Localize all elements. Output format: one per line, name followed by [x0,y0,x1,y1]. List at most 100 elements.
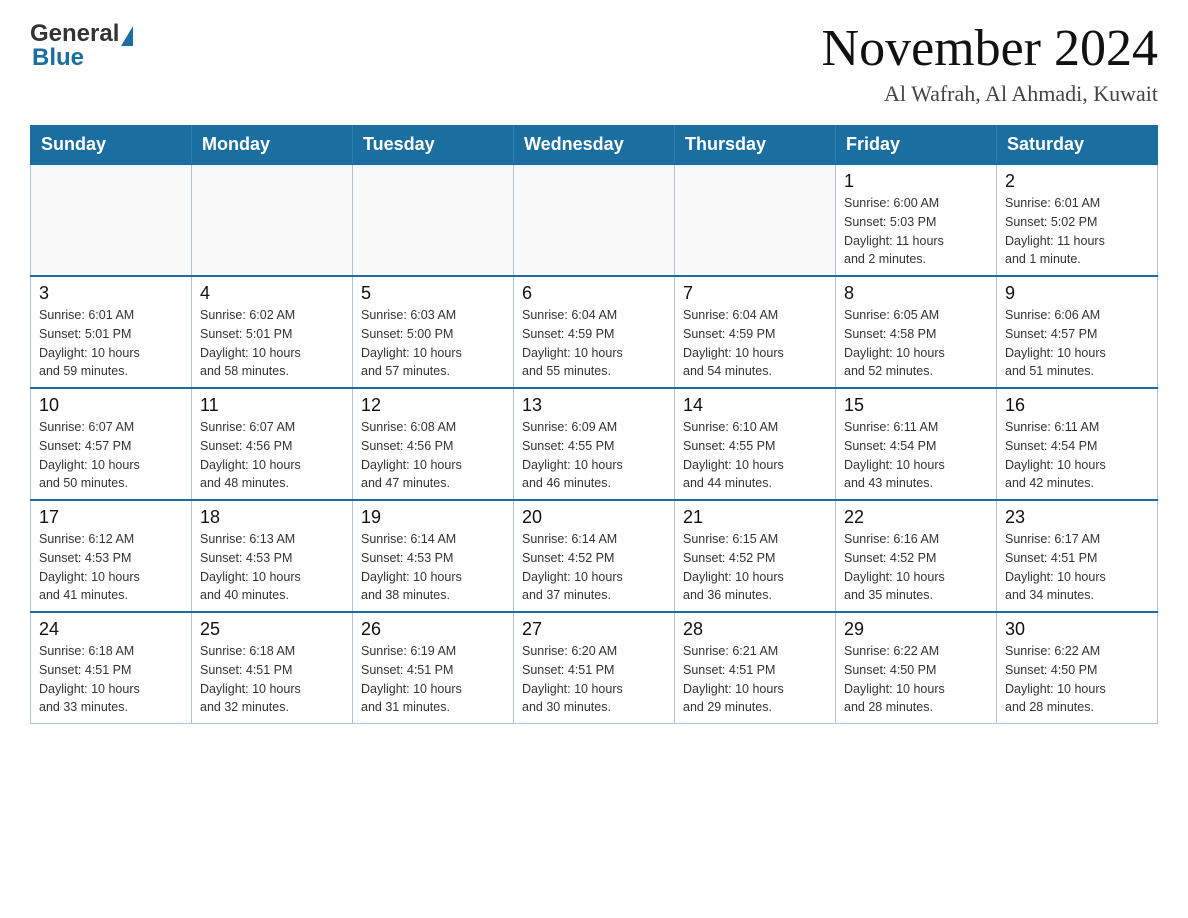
day-number: 9 [1005,283,1149,304]
calendar-week-4: 17Sunrise: 6:12 AMSunset: 4:53 PMDayligh… [31,500,1158,612]
calendar-cell: 12Sunrise: 6:08 AMSunset: 4:56 PMDayligh… [353,388,514,500]
day-number: 10 [39,395,183,416]
day-info: Sunrise: 6:07 AMSunset: 4:56 PMDaylight:… [200,418,344,493]
calendar-cell: 14Sunrise: 6:10 AMSunset: 4:55 PMDayligh… [675,388,836,500]
calendar-cell [192,164,353,276]
day-number: 5 [361,283,505,304]
day-info: Sunrise: 6:11 AMSunset: 4:54 PMDaylight:… [1005,418,1149,493]
calendar-header-row: SundayMondayTuesdayWednesdayThursdayFrid… [31,126,1158,165]
calendar-cell: 11Sunrise: 6:07 AMSunset: 4:56 PMDayligh… [192,388,353,500]
day-info: Sunrise: 6:13 AMSunset: 4:53 PMDaylight:… [200,530,344,605]
logo: General Blue [30,20,133,72]
day-info: Sunrise: 6:11 AMSunset: 4:54 PMDaylight:… [844,418,988,493]
day-info: Sunrise: 6:06 AMSunset: 4:57 PMDaylight:… [1005,306,1149,381]
day-info: Sunrise: 6:18 AMSunset: 4:51 PMDaylight:… [39,642,183,717]
day-info: Sunrise: 6:18 AMSunset: 4:51 PMDaylight:… [200,642,344,717]
column-header-saturday: Saturday [997,126,1158,165]
day-number: 11 [200,395,344,416]
day-number: 26 [361,619,505,640]
calendar-cell: 18Sunrise: 6:13 AMSunset: 4:53 PMDayligh… [192,500,353,612]
day-info: Sunrise: 6:07 AMSunset: 4:57 PMDaylight:… [39,418,183,493]
calendar-cell: 3Sunrise: 6:01 AMSunset: 5:01 PMDaylight… [31,276,192,388]
day-number: 22 [844,507,988,528]
day-number: 19 [361,507,505,528]
calendar-cell: 9Sunrise: 6:06 AMSunset: 4:57 PMDaylight… [997,276,1158,388]
column-header-sunday: Sunday [31,126,192,165]
day-number: 28 [683,619,827,640]
day-info: Sunrise: 6:05 AMSunset: 4:58 PMDaylight:… [844,306,988,381]
day-info: Sunrise: 6:14 AMSunset: 4:52 PMDaylight:… [522,530,666,605]
column-header-friday: Friday [836,126,997,165]
day-number: 29 [844,619,988,640]
day-info: Sunrise: 6:02 AMSunset: 5:01 PMDaylight:… [200,306,344,381]
calendar-cell: 4Sunrise: 6:02 AMSunset: 5:01 PMDaylight… [192,276,353,388]
day-number: 15 [844,395,988,416]
day-number: 21 [683,507,827,528]
calendar-cell: 27Sunrise: 6:20 AMSunset: 4:51 PMDayligh… [514,612,675,724]
day-info: Sunrise: 6:17 AMSunset: 4:51 PMDaylight:… [1005,530,1149,605]
calendar-cell: 8Sunrise: 6:05 AMSunset: 4:58 PMDaylight… [836,276,997,388]
location-title: Al Wafrah, Al Ahmadi, Kuwait [822,81,1158,107]
calendar-cell [353,164,514,276]
day-number: 30 [1005,619,1149,640]
month-title: November 2024 [822,20,1158,77]
calendar-cell: 5Sunrise: 6:03 AMSunset: 5:00 PMDaylight… [353,276,514,388]
logo-triangle-icon [121,26,133,46]
day-info: Sunrise: 6:09 AMSunset: 4:55 PMDaylight:… [522,418,666,493]
calendar-cell [675,164,836,276]
day-info: Sunrise: 6:04 AMSunset: 4:59 PMDaylight:… [522,306,666,381]
calendar-cell: 28Sunrise: 6:21 AMSunset: 4:51 PMDayligh… [675,612,836,724]
day-info: Sunrise: 6:00 AMSunset: 5:03 PMDaylight:… [844,194,988,269]
calendar-cell: 17Sunrise: 6:12 AMSunset: 4:53 PMDayligh… [31,500,192,612]
column-header-tuesday: Tuesday [353,126,514,165]
calendar-week-2: 3Sunrise: 6:01 AMSunset: 5:01 PMDaylight… [31,276,1158,388]
page-header: General Blue November 2024 Al Wafrah, Al… [30,20,1158,107]
calendar-cell: 24Sunrise: 6:18 AMSunset: 4:51 PMDayligh… [31,612,192,724]
day-info: Sunrise: 6:08 AMSunset: 4:56 PMDaylight:… [361,418,505,493]
day-info: Sunrise: 6:22 AMSunset: 4:50 PMDaylight:… [844,642,988,717]
calendar-cell: 6Sunrise: 6:04 AMSunset: 4:59 PMDaylight… [514,276,675,388]
day-number: 20 [522,507,666,528]
calendar-cell: 16Sunrise: 6:11 AMSunset: 4:54 PMDayligh… [997,388,1158,500]
calendar-table: SundayMondayTuesdayWednesdayThursdayFrid… [30,125,1158,724]
column-header-thursday: Thursday [675,126,836,165]
column-header-monday: Monday [192,126,353,165]
title-block: November 2024 Al Wafrah, Al Ahmadi, Kuwa… [822,20,1158,107]
day-info: Sunrise: 6:21 AMSunset: 4:51 PMDaylight:… [683,642,827,717]
day-number: 17 [39,507,183,528]
calendar-cell: 10Sunrise: 6:07 AMSunset: 4:57 PMDayligh… [31,388,192,500]
calendar-cell: 19Sunrise: 6:14 AMSunset: 4:53 PMDayligh… [353,500,514,612]
day-number: 12 [361,395,505,416]
day-number: 6 [522,283,666,304]
day-number: 13 [522,395,666,416]
calendar-cell: 23Sunrise: 6:17 AMSunset: 4:51 PMDayligh… [997,500,1158,612]
calendar-week-3: 10Sunrise: 6:07 AMSunset: 4:57 PMDayligh… [31,388,1158,500]
day-info: Sunrise: 6:20 AMSunset: 4:51 PMDaylight:… [522,642,666,717]
day-info: Sunrise: 6:16 AMSunset: 4:52 PMDaylight:… [844,530,988,605]
column-header-wednesday: Wednesday [514,126,675,165]
day-number: 25 [200,619,344,640]
logo-blue-text: Blue [32,44,84,72]
calendar-cell: 1Sunrise: 6:00 AMSunset: 5:03 PMDaylight… [836,164,997,276]
day-number: 8 [844,283,988,304]
calendar-cell: 26Sunrise: 6:19 AMSunset: 4:51 PMDayligh… [353,612,514,724]
day-info: Sunrise: 6:10 AMSunset: 4:55 PMDaylight:… [683,418,827,493]
day-info: Sunrise: 6:04 AMSunset: 4:59 PMDaylight:… [683,306,827,381]
day-info: Sunrise: 6:03 AMSunset: 5:00 PMDaylight:… [361,306,505,381]
day-number: 27 [522,619,666,640]
calendar-cell: 15Sunrise: 6:11 AMSunset: 4:54 PMDayligh… [836,388,997,500]
calendar-cell: 21Sunrise: 6:15 AMSunset: 4:52 PMDayligh… [675,500,836,612]
calendar-cell [514,164,675,276]
calendar-cell: 20Sunrise: 6:14 AMSunset: 4:52 PMDayligh… [514,500,675,612]
calendar-cell: 29Sunrise: 6:22 AMSunset: 4:50 PMDayligh… [836,612,997,724]
calendar-week-5: 24Sunrise: 6:18 AMSunset: 4:51 PMDayligh… [31,612,1158,724]
day-info: Sunrise: 6:22 AMSunset: 4:50 PMDaylight:… [1005,642,1149,717]
day-number: 14 [683,395,827,416]
calendar-cell [31,164,192,276]
day-info: Sunrise: 6:01 AMSunset: 5:01 PMDaylight:… [39,306,183,381]
day-number: 3 [39,283,183,304]
calendar-cell: 2Sunrise: 6:01 AMSunset: 5:02 PMDaylight… [997,164,1158,276]
calendar-cell: 30Sunrise: 6:22 AMSunset: 4:50 PMDayligh… [997,612,1158,724]
calendar-cell: 25Sunrise: 6:18 AMSunset: 4:51 PMDayligh… [192,612,353,724]
day-number: 16 [1005,395,1149,416]
